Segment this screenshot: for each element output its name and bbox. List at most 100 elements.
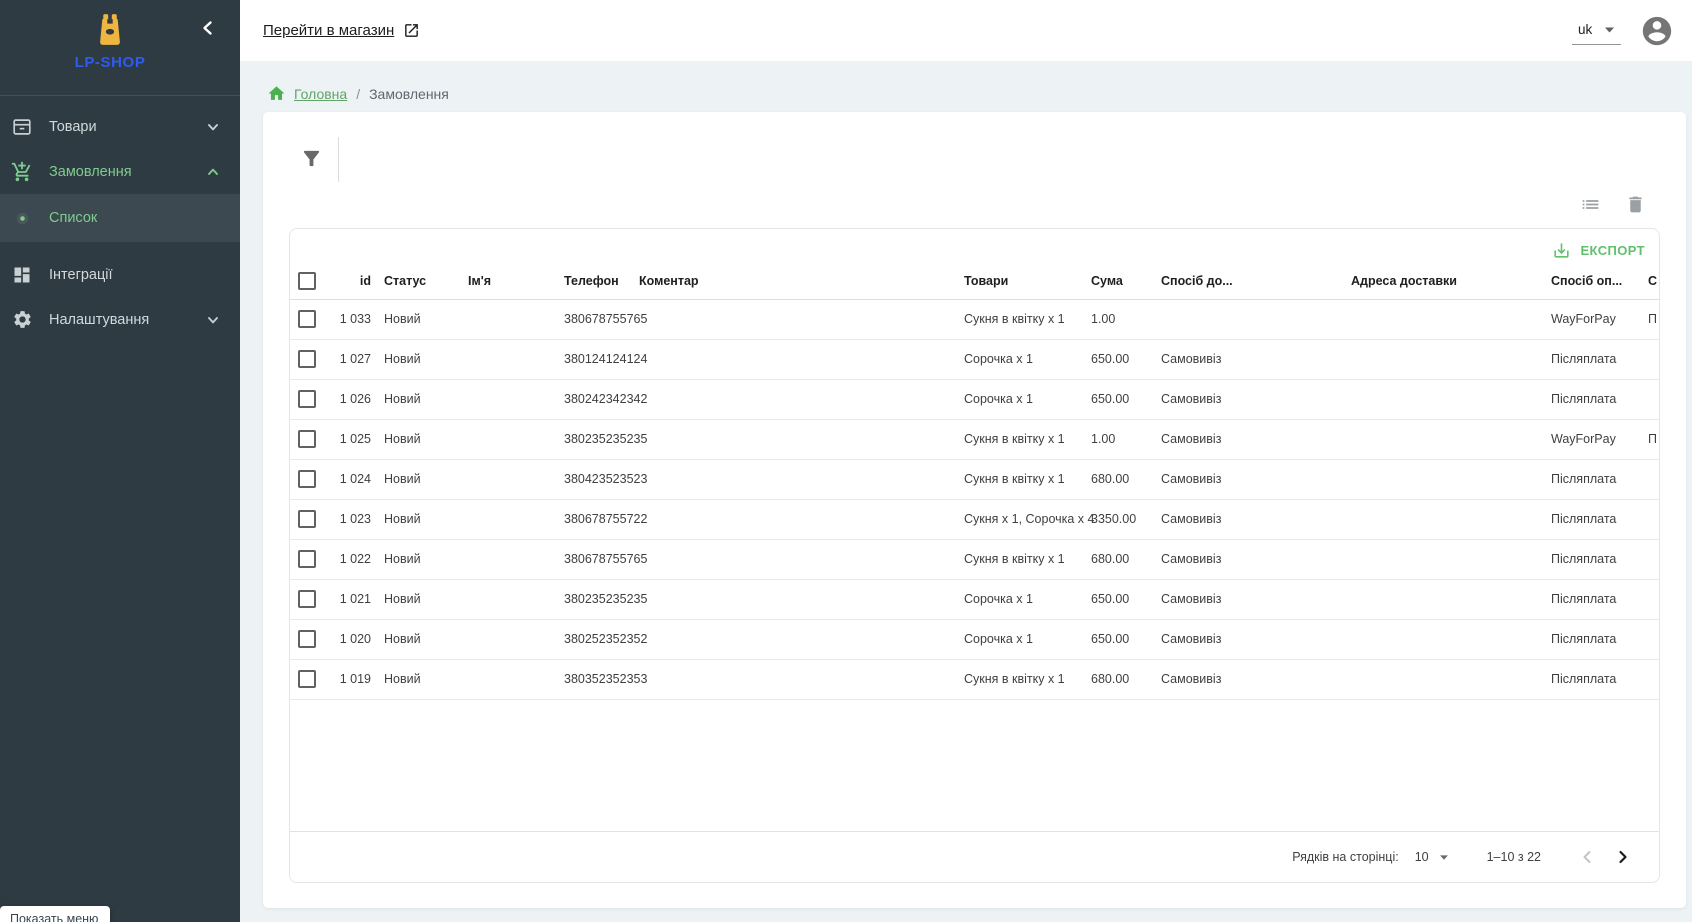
export-row: ЕКСПОРТ bbox=[290, 229, 1659, 263]
cell-address bbox=[1351, 619, 1551, 659]
app-logo[interactable]: LP-SHOP bbox=[0, 10, 220, 71]
sidebar-item-label: Замовлення bbox=[49, 164, 206, 180]
sidebar-collapse-button[interactable] bbox=[200, 20, 216, 36]
cell-status: Новий bbox=[384, 379, 468, 419]
cell-comment bbox=[639, 499, 964, 539]
next-page-button[interactable] bbox=[1613, 846, 1633, 868]
columns-button[interactable] bbox=[1580, 194, 1601, 215]
user-menu-button[interactable] bbox=[1640, 14, 1674, 48]
cell-sum: 680.00 bbox=[1091, 539, 1161, 579]
cell-name bbox=[468, 459, 564, 499]
cell-phone: 380352352353 bbox=[564, 659, 639, 699]
cell-select bbox=[290, 499, 338, 539]
sidebar-item-integrations[interactable]: Інтеграції bbox=[0, 252, 240, 297]
account-circle-icon bbox=[1640, 14, 1674, 48]
filter-icon bbox=[300, 147, 323, 170]
sidebar-item-label: Інтеграції bbox=[49, 267, 220, 283]
chevron-down-icon bbox=[206, 313, 220, 327]
orders-card: ЕКСПОРТ idСтатусІм'яТел bbox=[289, 228, 1660, 883]
cell-id: 1 024 bbox=[338, 459, 384, 499]
row-checkbox[interactable] bbox=[298, 310, 316, 328]
cell-payment: Післяплата bbox=[1551, 379, 1648, 419]
list-toolbar-icons bbox=[1580, 194, 1646, 215]
go-to-store-link[interactable]: Перейти в магазин bbox=[263, 22, 420, 39]
rows-per-page-select[interactable]: 10 bbox=[1415, 850, 1449, 864]
table-row[interactable]: 1 022Новий380678755765Сукня в квітку x 1… bbox=[290, 539, 1659, 579]
cell-phone: 380235235235 bbox=[564, 419, 639, 459]
cell-id: 1 023 bbox=[338, 499, 384, 539]
cell-comment bbox=[639, 619, 964, 659]
row-checkbox[interactable] bbox=[298, 430, 316, 448]
table-row[interactable]: 1 033Новий380678755765Сукня в квітку x 1… bbox=[290, 299, 1659, 339]
cell-id: 1 027 bbox=[338, 339, 384, 379]
row-checkbox[interactable] bbox=[298, 350, 316, 368]
breadcrumb-home-link[interactable]: Головна bbox=[267, 84, 347, 103]
row-checkbox[interactable] bbox=[298, 390, 316, 408]
cell-payment_status bbox=[1648, 659, 1659, 699]
row-checkbox[interactable] bbox=[298, 630, 316, 648]
sidebar-item-label: Товари bbox=[49, 119, 206, 135]
row-checkbox[interactable] bbox=[298, 670, 316, 688]
delete-button[interactable] bbox=[1625, 194, 1646, 215]
cell-id: 1 020 bbox=[338, 619, 384, 659]
cell-status: Новий bbox=[384, 619, 468, 659]
row-checkbox[interactable] bbox=[298, 470, 316, 488]
download-icon bbox=[1552, 241, 1571, 260]
table-row[interactable]: 1 020Новий380252352352Сорочка x 1650.00С… bbox=[290, 619, 1659, 659]
table-row[interactable]: 1 019Новий380352352353Сукня в квітку x 1… bbox=[290, 659, 1659, 699]
previous-page-button[interactable] bbox=[1577, 846, 1597, 868]
table-row[interactable]: 1 024Новий380423523523Сукня в квітку x 1… bbox=[290, 459, 1659, 499]
select-all-checkbox[interactable] bbox=[298, 272, 316, 290]
cell-select bbox=[290, 379, 338, 419]
cell-select bbox=[290, 459, 338, 499]
filter-button[interactable] bbox=[300, 147, 326, 173]
row-checkbox[interactable] bbox=[298, 510, 316, 528]
table-row[interactable]: 1 025Новий380235235235Сукня в квітку x 1… bbox=[290, 419, 1659, 459]
box-icon bbox=[10, 115, 34, 139]
cell-sum: 3350.00 bbox=[1091, 499, 1161, 539]
sidebar-item-orders-list[interactable]: Список bbox=[0, 194, 240, 242]
cell-comment bbox=[639, 379, 964, 419]
rows-per-page-label: Рядків на сторінці: bbox=[1292, 850, 1399, 864]
cell-select bbox=[290, 619, 338, 659]
cell-sum: 650.00 bbox=[1091, 339, 1161, 379]
row-checkbox[interactable] bbox=[298, 590, 316, 608]
table-row[interactable]: 1 027Новий380124124124Сорочка x 1650.00С… bbox=[290, 339, 1659, 379]
cell-status: Новий bbox=[384, 339, 468, 379]
chevron-left-icon bbox=[200, 20, 216, 36]
sidebar-item-orders[interactable]: Замовлення bbox=[0, 149, 240, 194]
export-button[interactable]: ЕКСПОРТ bbox=[1552, 241, 1645, 260]
cell-delivery bbox=[1161, 299, 1351, 339]
language-value: uk bbox=[1578, 22, 1592, 37]
column-header-comment: Коментар bbox=[639, 263, 964, 299]
cell-payment_status bbox=[1648, 619, 1659, 659]
cell-comment bbox=[639, 659, 964, 699]
cell-name bbox=[468, 659, 564, 699]
table-row[interactable]: 1 026Новий380242342342Сорочка x 1650.00С… bbox=[290, 379, 1659, 419]
sidebar: LP-SHOP Товари bbox=[0, 0, 240, 922]
cell-products: Сукня в квітку x 1 bbox=[964, 539, 1091, 579]
sidebar-item-products[interactable]: Товари bbox=[0, 104, 240, 149]
rows-per-page-value: 10 bbox=[1415, 850, 1429, 864]
table-row[interactable]: 1 021Новий380235235235Сорочка x 1650.00С… bbox=[290, 579, 1659, 619]
cell-payment_status bbox=[1648, 579, 1659, 619]
row-checkbox[interactable] bbox=[298, 550, 316, 568]
cell-products: Сукня x 1, Сорочка x 4 bbox=[964, 499, 1091, 539]
cell-status: Новий bbox=[384, 499, 468, 539]
column-header-products: Товари bbox=[964, 263, 1091, 299]
app-logo-text: LP-SHOP bbox=[0, 54, 220, 71]
cell-select bbox=[290, 659, 338, 699]
cell-name bbox=[468, 419, 564, 459]
cell-address bbox=[1351, 299, 1551, 339]
cell-phone: 380124124124 bbox=[564, 339, 639, 379]
sidebar-item-settings[interactable]: Налаштування bbox=[0, 297, 240, 342]
home-icon bbox=[267, 84, 286, 103]
table-row[interactable]: 1 023Новий 380678755722 Сукня x 1, Сорочка… bbox=[290, 499, 1659, 539]
cell-phone: 380678755722 bbox=[564, 499, 639, 539]
language-select[interactable]: uk bbox=[1572, 16, 1621, 45]
cell-payment_status: П bbox=[1648, 419, 1659, 459]
sidebar-header: LP-SHOP bbox=[0, 0, 240, 96]
cell-products: Сукня в квітку x 1 bbox=[964, 459, 1091, 499]
open-in-new-icon bbox=[403, 22, 420, 39]
cell-status: Новий bbox=[384, 579, 468, 619]
